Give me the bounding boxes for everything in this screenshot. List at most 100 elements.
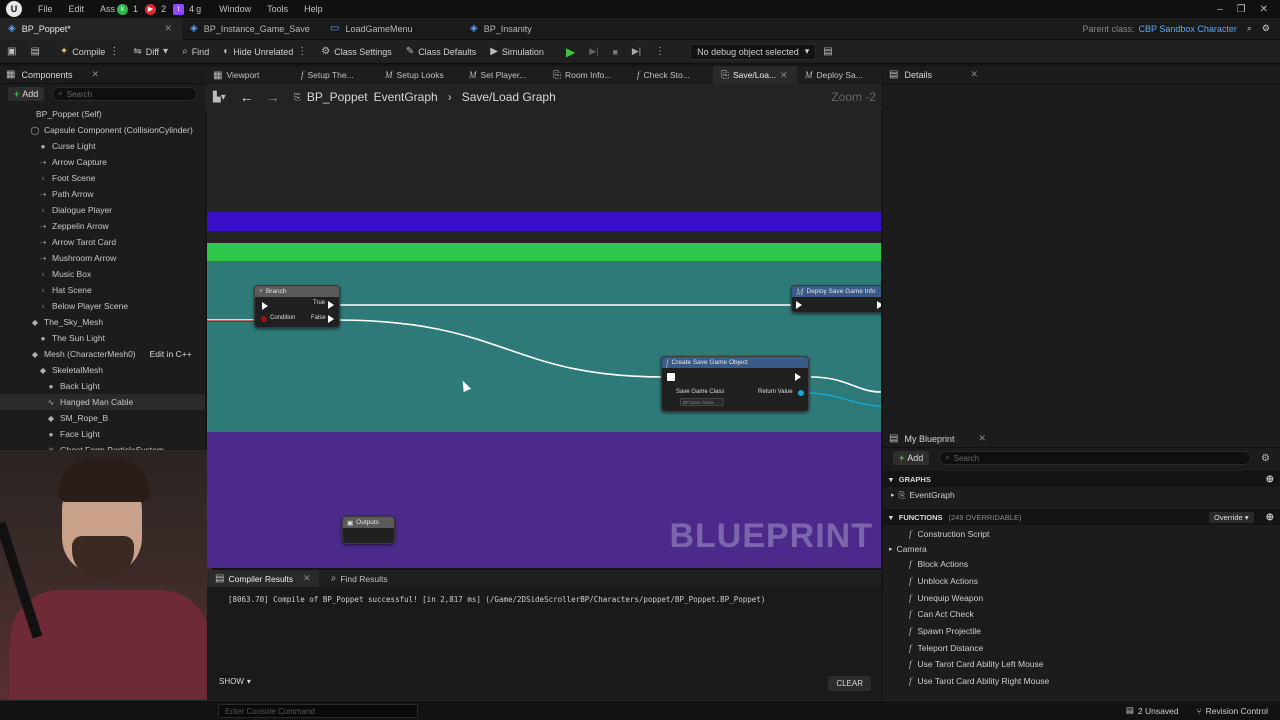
function-item[interactable]: f Unequip Weapon (883, 589, 1280, 606)
doc-tab-instance-game-save[interactable]: ◈ BP_Instance_Game_Save (182, 18, 322, 40)
condition-pin-icon[interactable] (261, 316, 267, 322)
function-item[interactable]: f Spawn Projectile (883, 623, 1280, 640)
component-tree-item[interactable]: ● Face Light (0, 426, 205, 442)
function-item[interactable]: f Teleport Distance (883, 639, 1280, 656)
compile-button[interactable]: ✦ Compile ⋮ (53, 40, 126, 64)
hide-unrelated-button[interactable]: ◐ Hide Unrelated ⋮ (216, 40, 314, 64)
component-tree-item[interactable]: ◆ SM_Rope_B (0, 410, 205, 426)
exec-out-pin[interactable] (877, 301, 881, 309)
close-tab-icon[interactable]: ✕ (780, 70, 788, 81)
tab-set-player[interactable]: M Set Player... (461, 66, 545, 84)
show-button[interactable]: SHOW ▾ (219, 677, 251, 686)
component-tree-item[interactable]: ➝ Arrow Tarot Card (0, 234, 205, 250)
class-defaults-button[interactable]: ✎ Class Defaults (399, 40, 483, 64)
tab-setup-looks[interactable]: M Setup Looks (377, 66, 461, 84)
tab-room-info[interactable]: ⎘ Room Info... (545, 66, 629, 84)
revision-control-button[interactable]: ⑂ Revision Control (1197, 706, 1268, 716)
component-tree-item[interactable]: ◦ Below Player Scene (0, 298, 205, 314)
eject-button[interactable]: ▶| (625, 40, 648, 64)
tab-deploy-sa[interactable]: M Deploy Sa... (797, 66, 876, 84)
close-panel-icon[interactable]: ✕ (970, 69, 978, 80)
unsaved-indicator[interactable]: ▤ 2 Unsaved (1126, 705, 1179, 716)
add-graph-icon[interactable]: ⊕ (1266, 474, 1274, 485)
close-tab-icon[interactable]: ✕ (303, 573, 311, 584)
exec-in-pin[interactable] (262, 302, 268, 310)
function-item[interactable]: f Use Tarot Card Ability Right Mouse (883, 673, 1280, 690)
function-item[interactable]: f Block Actions (883, 556, 1280, 573)
breadcrumb-item[interactable]: Save/Load Graph (462, 90, 556, 104)
component-tree-item[interactable]: ∿ Hanged Man Cable (0, 394, 205, 410)
tab-setup-the[interactable]: f Setup The... (293, 66, 377, 84)
component-tree-item[interactable]: ● Back Light (0, 378, 205, 394)
unreal-logo-icon[interactable]: U (6, 1, 22, 17)
exec-in-pin[interactable] (796, 301, 802, 309)
debug-object-select[interactable]: No debug object selected ▾ (690, 43, 817, 60)
tab-check-sto[interactable]: f Check Sto... (629, 66, 713, 84)
component-tree-item[interactable]: ◦ Music Box (0, 266, 205, 282)
play-button[interactable]: ▶ (559, 40, 582, 64)
component-tree-item[interactable]: ● The Sun Light (0, 330, 205, 346)
class-settings-button[interactable]: ⚙ Class Settings (314, 40, 399, 64)
save-button[interactable]: ▣ (0, 40, 23, 64)
bookmark-icon[interactable]: ▙▾ (213, 92, 226, 103)
tab-compiler-results[interactable]: ▤ Compiler Results ✕ (207, 570, 319, 587)
components-search-input[interactable]: ⌕ Search (52, 87, 197, 101)
menu-window[interactable]: Window (211, 0, 259, 18)
component-tree-item[interactable]: ◦ Foot Scene (0, 170, 205, 186)
add-function-icon[interactable]: ⊕ (1266, 512, 1274, 523)
step-button[interactable]: ▶| (582, 40, 605, 64)
debug-filter-button[interactable]: ▤ (816, 40, 839, 64)
tab-save-load[interactable]: ⎘ Save/Loa... ✕ (713, 66, 797, 84)
component-tree-item[interactable]: ◦ Dialogue Player (0, 202, 205, 218)
parent-class-link[interactable]: CBP Sandbox Character (1138, 24, 1236, 34)
simulation-button[interactable]: ▶ Simulation (483, 40, 551, 64)
outputs-node[interactable]: ▣ Outputs (342, 516, 395, 544)
menu-edit[interactable]: Edit (61, 0, 93, 18)
hide-options-icon[interactable]: ⋮ (297, 46, 307, 57)
component-tree-item[interactable]: ➝ Path Arrow (0, 186, 205, 202)
breadcrumb-item[interactable]: BP_Poppet (307, 90, 368, 104)
tab-find-results[interactable]: ⌕ Find Results (323, 570, 396, 587)
clear-button[interactable]: CLEAR (828, 676, 871, 691)
close-window-icon[interactable]: ✕ (1260, 4, 1268, 15)
console-input[interactable]: Enter Console Command (218, 703, 418, 718)
minimize-icon[interactable]: – (1217, 4, 1223, 15)
restore-icon[interactable]: ❐ (1237, 4, 1246, 15)
add-member-button[interactable]: + Add (893, 451, 930, 465)
menu-asset[interactable]: Ass (92, 0, 117, 18)
forward-arrow-icon[interactable]: → (266, 89, 280, 105)
save-game-class-dropdown[interactable]: BP Save Game (680, 398, 724, 406)
compile-options-icon[interactable]: ⋮ (109, 46, 119, 57)
close-panel-icon[interactable]: ✕ (91, 69, 99, 80)
back-arrow-icon[interactable]: ← (240, 89, 254, 105)
component-tree-item[interactable]: ➝ Zeppelin Arrow (0, 218, 205, 234)
add-component-button[interactable]: + Add (8, 87, 45, 101)
search-icon[interactable]: ⌕ (1247, 23, 1252, 34)
component-tree-item[interactable]: ◯ Capsule Component (CollisionCylinder) (0, 122, 205, 138)
component-tree-item[interactable]: ◆ The_Sky_Mesh (0, 314, 205, 330)
component-tree-item[interactable]: ◆ SkeletalMesh (0, 362, 205, 378)
deploy-save-game-info-node[interactable]: M Deploy Save Game Info (791, 285, 881, 313)
diff-button[interactable]: ⇋ Diff ▾ (126, 40, 175, 64)
exec-true-pin[interactable] (328, 301, 334, 309)
tab-viewport[interactable]: ▦ Viewport (205, 66, 293, 84)
exec-false-pin[interactable] (328, 315, 334, 323)
camera-category[interactable]: ▸ Camera (883, 542, 1280, 556)
branch-node[interactable]: ⑂ Branch Condition True False (254, 285, 340, 328)
my-blueprint-search-input[interactable]: ⌕ Search (939, 451, 1252, 465)
function-item[interactable]: f Unblock Actions (883, 573, 1280, 590)
doc-tab-bp-insanity[interactable]: ◈ BP_Insanity (462, 18, 582, 40)
component-tree-item[interactable]: ➝ Arrow Capture (0, 154, 205, 170)
settings-icon[interactable]: ⚙ (1262, 23, 1270, 34)
event-graph-item[interactable]: ▸ ⎘ EventGraph (883, 487, 1280, 503)
doc-tab-load-game-menu[interactable]: ▭ LoadGameMenu (322, 18, 462, 40)
menu-file[interactable]: File (30, 0, 61, 18)
component-tree-item[interactable]: ◦ Hat Scene (0, 282, 205, 298)
functions-category[interactable]: ▾ FUNCTIONS (249 OVERRIDABLE) Override ▾… (883, 509, 1280, 525)
graph-canvas[interactable]: ⑂ Branch Condition True False M Deploy Sav… (207, 110, 881, 568)
create-save-game-object-node[interactable]: f Create Save Game Object Save Game Class… (661, 356, 809, 412)
function-item[interactable]: f Can Act Check (883, 606, 1280, 623)
stop-button[interactable]: ■ (605, 40, 624, 64)
find-button[interactable]: ⌕ Find (175, 40, 216, 64)
function-item[interactable]: f Use Tarot Card Ability Left Mouse (883, 656, 1280, 673)
